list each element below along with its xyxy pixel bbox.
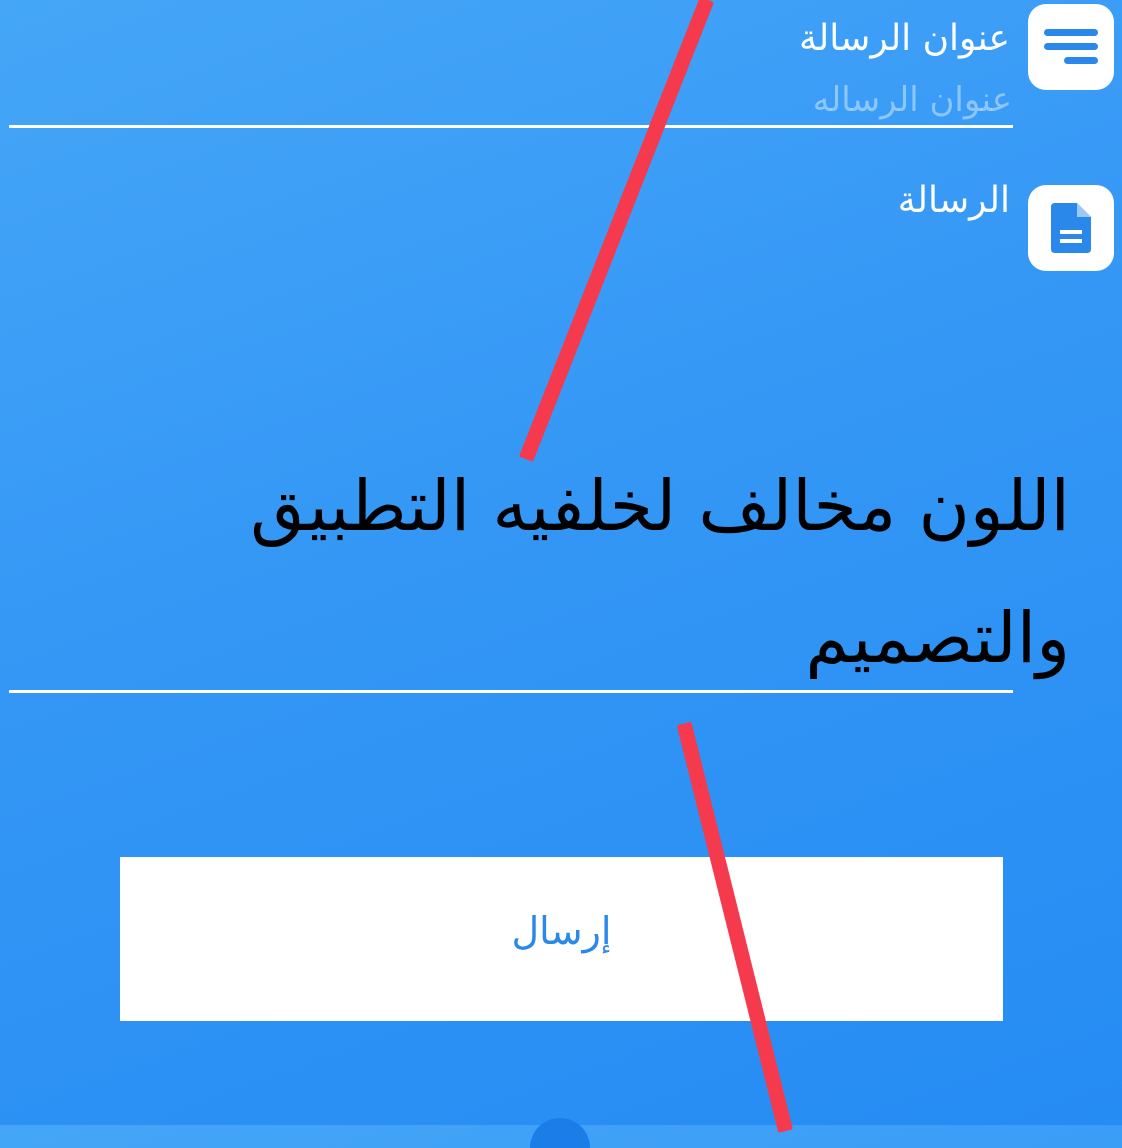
title-field-label: عنوان الرسالة — [798, 18, 1010, 59]
message-field-icon-box — [1028, 185, 1114, 271]
message-field-underline — [9, 690, 1013, 693]
message-textarea[interactable]: اللون مخالف لخلفيه التطبيق والتصميم — [120, 440, 1070, 704]
floating-button-edge[interactable] — [530, 1118, 590, 1148]
title-field-icon-box — [1028, 4, 1114, 90]
send-button[interactable]: إرسال — [120, 857, 1003, 1021]
document-icon — [1051, 203, 1091, 253]
send-button-label: إرسال — [511, 909, 612, 953]
message-field-label: الرسالة — [897, 180, 1010, 221]
title-field-underline — [9, 125, 1013, 128]
annotation-line — [518, 0, 714, 462]
title-input[interactable] — [512, 78, 1012, 122]
short-text-icon — [1044, 29, 1098, 64]
